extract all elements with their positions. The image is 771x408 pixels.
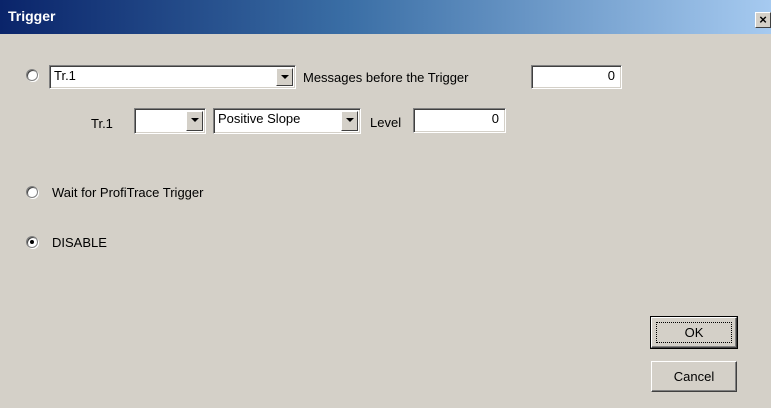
level-value: 0: [491, 111, 499, 126]
level-label: Level: [370, 115, 402, 130]
chevron-down-icon[interactable]: [186, 111, 203, 131]
radio-selected-dot: [30, 240, 34, 244]
chevron-down-icon[interactable]: [341, 111, 358, 131]
trigger-channel-radio[interactable]: [26, 69, 38, 81]
trigger-channel-dropdown[interactable]: Tr.1: [49, 65, 296, 89]
messages-before-trigger-input[interactable]: 0: [531, 65, 622, 89]
title-bar: Trigger ×: [0, 0, 771, 34]
window-title: Trigger: [8, 8, 56, 24]
profitrace-radio[interactable]: [26, 186, 38, 198]
close-icon[interactable]: ×: [755, 12, 771, 28]
trigger-channel-value: Tr.1: [54, 68, 76, 83]
disable-radio[interactable]: [26, 236, 38, 248]
cancel-button[interactable]: Cancel: [651, 361, 737, 392]
chevron-down-icon[interactable]: [276, 68, 293, 86]
slope-dropdown[interactable]: Positive Slope: [213, 108, 361, 134]
messages-before-trigger-label: Messages before the Trigger: [303, 70, 469, 85]
slope-value: Positive Slope: [218, 111, 301, 126]
cancel-button-label: Cancel: [673, 369, 715, 384]
disable-label[interactable]: DISABLE: [52, 235, 107, 250]
sub-channel-label: Tr.1: [91, 116, 113, 131]
ok-button[interactable]: OK: [650, 316, 738, 349]
ok-button-label: OK: [684, 325, 704, 340]
sub-channel-dropdown[interactable]: [134, 108, 206, 134]
messages-before-trigger-value: 0: [607, 68, 615, 83]
profitrace-label[interactable]: Wait for ProfiTrace Trigger: [52, 185, 203, 200]
level-input[interactable]: 0: [413, 108, 506, 133]
